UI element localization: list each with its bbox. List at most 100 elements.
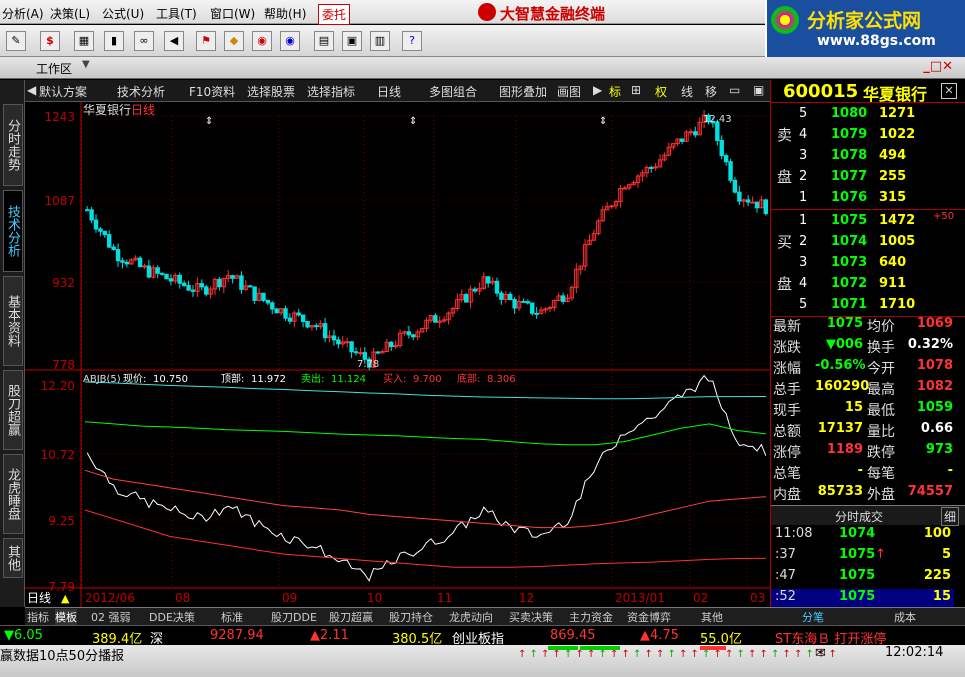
menu-draw[interactable]: 画图 [557,83,581,100]
menu-analysis[interactable]: 分析(A) [2,5,44,22]
indicator-tab[interactable]: 股刀持仓 [389,609,433,625]
help-icon[interactable]: ? [402,31,422,51]
order-row[interactable]: 4 1072 911 [771,276,954,297]
diamond-icon[interactable]: ◆ [224,31,244,51]
menu-tools[interactable]: 工具(T) [156,5,197,22]
order-row[interactable]: 2 1074 1005 [771,234,954,255]
chart-area[interactable]: 1243108793277812.2010.729.257.792012/06 0… [25,102,770,607]
order-row[interactable]: 3 1078 494 [771,148,954,169]
dollar-icon[interactable]: $ [40,31,60,51]
pencil-icon[interactable]: ✎ [6,31,26,51]
minimize-icon[interactable]: ▭ [729,83,740,97]
binoculars-icon[interactable]: ∞ [134,31,154,51]
indicator-tab[interactable]: 模板 [55,609,77,625]
indicator-tab[interactable]: 股刀DDE [271,609,317,625]
indicator-tab[interactable]: 标准 [221,609,243,625]
arrow-up-icon: ↑ [771,649,780,660]
ticker-item: ▼6.05 [4,628,43,643]
menu-mark[interactable]: 标 [609,83,621,100]
tab-other[interactable]: 其他 [3,538,23,578]
trade-time: :52 [775,589,796,604]
menu-multi-chart[interactable]: 多图组合 [429,83,477,100]
mail-icon[interactable]: ✉ [815,646,826,661]
candle-body [287,317,293,322]
arrow-up-icon: ↑ [621,649,630,660]
quote-row: 涨跌 ▼006 换手 0.32% [771,337,954,358]
triangle-up-icon[interactable]: ▲ [61,592,70,605]
chevron-down-icon[interactable]: ▼ [82,59,90,70]
indicator-tab[interactable]: DDE决策 [149,609,195,625]
maximize-icon[interactable]: ▣ [753,83,764,97]
tab-intraday[interactable]: 分时走势 [3,104,23,186]
menu-decision[interactable]: 决策(L) [50,5,90,22]
rss-icon[interactable]: ◉ [280,31,300,51]
workarea-label[interactable]: 工作区 [36,60,72,77]
tab-gudao[interactable]: 股刀超赢 [3,370,23,450]
indicator-tab[interactable]: 股刀超赢 [329,609,373,625]
play-icon[interactable]: ▶ [593,83,602,97]
crosshair-icon[interactable]: ⊞ [631,83,641,97]
quote-value: 17137 [817,421,863,436]
books-icon[interactable]: ▥ [370,31,390,51]
menu-line[interactable]: 线 [681,83,693,100]
status-bar-fill [548,646,578,650]
quote-label: 涨幅 [773,361,801,377]
menu-window[interactable]: 窗口(W) [210,5,255,22]
weituo-button[interactable]: 委托 [318,4,351,25]
chevron-left-icon[interactable]: ◀ [27,83,36,97]
window-controls-icon[interactable]: _□✕ [923,59,953,74]
order-row[interactable]: 3 1073 640 [771,255,954,276]
window-icon[interactable]: ▣ [342,31,362,51]
trades-header: 分时成交 细 [771,505,965,526]
order-row[interactable]: 1 1076 315 [771,190,954,211]
indicator-tab[interactable]: 其他 [701,609,723,625]
menu-daily[interactable]: 日线 [377,83,401,100]
tab-cost[interactable]: 成本 [894,609,916,625]
speaker-icon[interactable]: ◀ [164,31,184,51]
stock-code[interactable]: 600015 [783,81,858,102]
indicator-tab[interactable]: 买卖决策 [509,609,553,625]
order-row[interactable]: 5 1080 1271 [771,106,954,127]
rss-icon[interactable]: ◉ [252,31,272,51]
indicator-tab[interactable]: 主力资金 [569,609,613,625]
stock-name[interactable]: 华夏银行 [863,81,927,105]
indicator-tab[interactable]: 龙虎动向 [449,609,493,625]
menu-select-indicator[interactable]: 选择指标 [307,83,355,100]
flag-icon[interactable]: ⚑ [196,31,216,51]
menu-select-stock[interactable]: 选择股票 [247,83,295,100]
indicator-tab[interactable]: 资金博弈 [627,609,671,625]
order-row[interactable]: 2 1077 255 [771,169,954,190]
trades-detail-button[interactable]: 细 [941,507,960,526]
tab-technical[interactable]: 技术分析 [3,190,23,272]
menu-overlay[interactable]: 图形叠加 [499,83,547,100]
event-marker[interactable]: ⇕ [409,116,417,127]
tab-longhu[interactable]: 龙虎睡盘 [3,454,23,534]
order-row[interactable]: 1 1075 1472 [771,213,954,234]
candle-body [750,201,755,204]
close-icon[interactable]: ✕ [941,83,957,99]
candle-body [137,257,143,268]
menu-technical-analysis[interactable]: 技术分析 [117,83,165,100]
event-marker[interactable]: ⇕ [599,116,607,127]
tab-ticks[interactable]: 分笔 [802,609,824,625]
menu-move[interactable]: 移 [705,83,717,100]
order-price: 1080 [831,106,868,121]
event-marker[interactable]: ⇕ [205,116,213,127]
menu-f10[interactable]: F10资料 [189,83,235,100]
order-row[interactable]: 4 1079 1022 [771,127,954,148]
menu-default-scheme[interactable]: 默认方案 [39,83,87,100]
bars-icon[interactable]: ▮ [104,31,124,51]
indicator-tab[interactable]: 指标 [27,609,49,625]
indicator-name[interactable]: ABJB(5) [83,374,121,385]
period-tag[interactable]: 日线 [27,591,51,605]
candle-body [331,335,337,341]
menu-help[interactable]: 帮助(H) [264,5,306,22]
order-row[interactable]: 5 1071 1710 [771,297,954,318]
candle-body [314,325,319,328]
menu-formula[interactable]: 公式(U) [102,5,144,22]
indicator-tab[interactable]: 02 强弱 [91,609,131,625]
printer-icon[interactable]: ▤ [314,31,334,51]
quote-icon[interactable]: ▦ [74,31,94,51]
tab-fundamentals[interactable]: 基本资料 [3,276,23,366]
menu-rights[interactable]: 权 [655,83,667,100]
